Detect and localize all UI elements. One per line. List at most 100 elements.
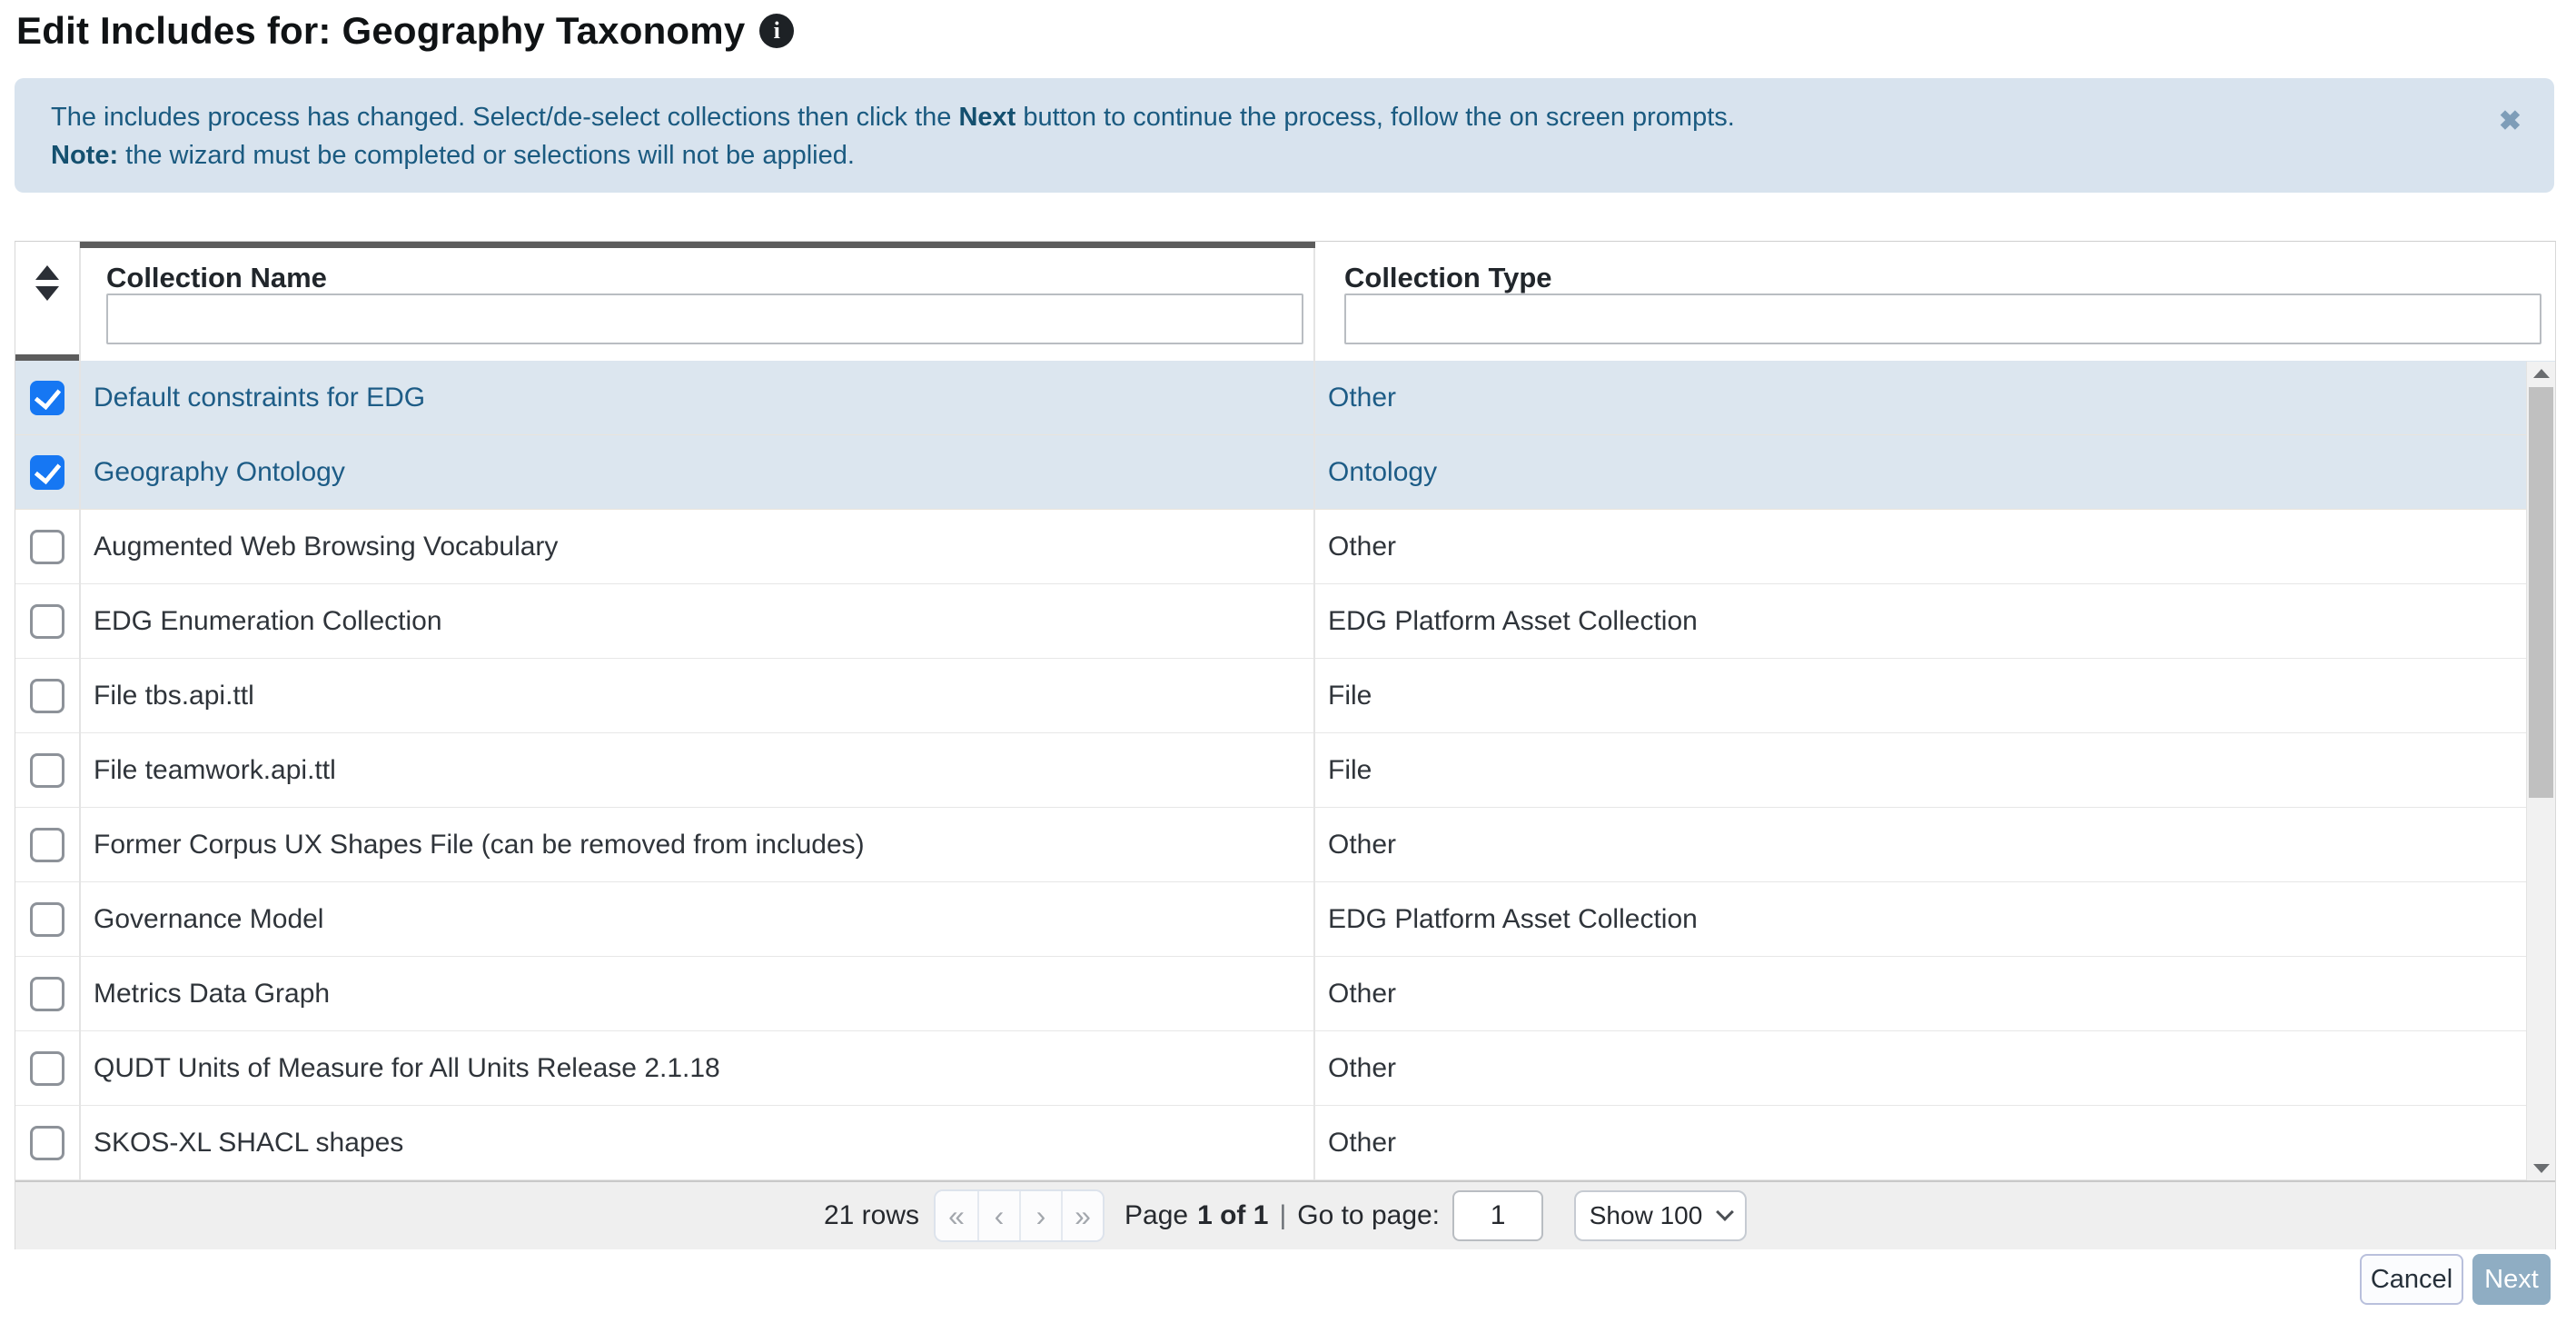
collection-name-cell: QUDT Units of Measure for All Units Rele… — [94, 1052, 720, 1083]
page-title: Edit Includes for: Geography Taxonomy i — [16, 9, 795, 53]
collection-type-cell: File — [1328, 754, 1372, 785]
table-row[interactable]: File tbs.api.ttl File — [15, 659, 2555, 733]
row-checkbox[interactable] — [30, 603, 64, 639]
row-checkbox[interactable] — [30, 454, 64, 490]
row-checkbox-cell — [15, 752, 79, 788]
rows-count: 21 rows — [823, 1200, 919, 1230]
collection-name-cell: Governance Model — [94, 903, 324, 934]
collection-name-cell: EDG Enumeration Collection — [94, 605, 442, 636]
collection-name-cell: Default constraints for EDG — [94, 382, 426, 413]
collection-name-filter-input[interactable] — [106, 293, 1303, 344]
collection-name-cell: Geography Ontology — [94, 456, 345, 487]
row-checkbox-cell — [15, 678, 79, 713]
row-checkbox[interactable] — [30, 901, 64, 937]
row-checkbox[interactable] — [30, 752, 64, 788]
table-row[interactable]: Former Corpus UX Shapes File (can be rem… — [15, 808, 2555, 882]
table-row[interactable]: QUDT Units of Measure for All Units Rele… — [15, 1031, 2555, 1106]
separator: | — [1279, 1200, 1287, 1230]
goto-page-input[interactable] — [1452, 1190, 1544, 1241]
scroll-down-icon[interactable] — [2527, 1157, 2556, 1180]
info-banner: The includes process has changed. Select… — [15, 78, 2554, 193]
table-scrollbar[interactable] — [2526, 362, 2555, 1180]
collection-type-cell: Other — [1328, 1127, 1397, 1158]
column-drag-bar-bottom — [15, 354, 79, 361]
collection-name-cell: Former Corpus UX Shapes File (can be rem… — [94, 829, 865, 860]
collection-type-filter-input[interactable] — [1344, 293, 2541, 344]
row-checkbox-cell — [15, 380, 79, 415]
table-row[interactable]: SKOS-XL SHACL shapes Other — [15, 1106, 2555, 1180]
table-body: Default constraints for EDG Other Geogra… — [15, 361, 2555, 1180]
sort-icon[interactable] — [15, 265, 79, 301]
column-header-collection-type[interactable]: Collection Type — [1344, 262, 1552, 294]
collection-type-cell: Other — [1328, 1052, 1397, 1083]
scroll-up-icon[interactable] — [2527, 362, 2556, 385]
page-value: 1 of 1 — [1197, 1200, 1269, 1230]
row-checkbox-cell — [15, 529, 79, 564]
table-row[interactable]: Metrics Data Graph Other — [15, 957, 2555, 1031]
collection-name-cell: Augmented Web Browsing Vocabulary — [94, 531, 559, 562]
row-checkbox-cell — [15, 901, 79, 937]
column-divider — [79, 242, 81, 1180]
column-divider — [1313, 242, 1315, 1180]
row-checkbox-cell — [15, 976, 79, 1011]
row-checkbox[interactable] — [30, 976, 64, 1011]
page-label: Page — [1125, 1200, 1189, 1230]
banner-line-2: Note: the wizard must be completed or se… — [51, 141, 855, 170]
row-checkbox[interactable] — [30, 529, 64, 564]
next-page-button[interactable]: › — [1019, 1191, 1061, 1240]
collection-type-cell: Ontology — [1328, 456, 1438, 487]
row-checkbox-cell — [15, 1050, 79, 1086]
page-title-text: Edit Includes for: Geography Taxonomy — [16, 9, 746, 52]
dialog-actions: Cancel Next — [2360, 1254, 2551, 1305]
edit-includes-dialog: Edit Includes for: Geography Taxonomy i … — [0, 0, 2576, 1323]
next-button[interactable]: Next — [2472, 1254, 2551, 1305]
table-row[interactable]: File teamwork.api.ttl File — [15, 733, 2555, 808]
scrollbar-thumb[interactable] — [2529, 387, 2553, 798]
banner-close-icon[interactable]: ✖ — [2499, 105, 2522, 137]
row-checkbox[interactable] — [30, 380, 64, 415]
info-icon[interactable]: i — [759, 14, 795, 48]
last-page-button[interactable]: » — [1061, 1191, 1103, 1240]
collection-type-cell: Other — [1328, 531, 1397, 562]
goto-page-label: Go to page: — [1297, 1200, 1441, 1230]
previous-page-button[interactable]: ‹ — [977, 1191, 1019, 1240]
collection-type-cell: File — [1328, 680, 1372, 711]
row-checkbox[interactable] — [30, 1125, 64, 1160]
table-row[interactable]: Governance Model EDG Platform Asset Coll… — [15, 882, 2555, 957]
first-page-button[interactable]: « — [936, 1191, 977, 1240]
collection-name-cell: Metrics Data Graph — [94, 978, 331, 1009]
row-checkbox[interactable] — [30, 827, 64, 862]
row-checkbox-cell — [15, 454, 79, 490]
cancel-button[interactable]: Cancel — [2360, 1254, 2463, 1305]
page-size-select[interactable]: Show 100 — [1574, 1190, 1748, 1241]
table-row[interactable]: Default constraints for EDG Other — [15, 361, 2555, 435]
collection-type-cell: Other — [1328, 829, 1397, 860]
row-checkbox[interactable] — [30, 1050, 64, 1086]
page-indicator: Page 1 of 1 | Go to page: — [1125, 1200, 1440, 1231]
table-footer: 21 rows «‹›» Page 1 of 1 | Go to page: S… — [15, 1180, 2555, 1249]
chevron-down-icon — [1716, 1203, 1735, 1221]
row-checkbox-cell — [15, 603, 79, 639]
collections-table: Collection Name Collection Type Default … — [15, 241, 2556, 1249]
sort-asc-icon — [35, 265, 59, 280]
row-checkbox-cell — [15, 827, 79, 862]
column-drag-bar-top — [80, 242, 1315, 248]
row-checkbox-cell — [15, 1125, 79, 1160]
collection-type-cell: EDG Platform Asset Collection — [1328, 605, 1698, 636]
pager-button-group: «‹ ›» — [934, 1189, 1105, 1242]
page-size-value: Show 100 — [1589, 1201, 1703, 1229]
row-checkbox[interactable] — [30, 678, 64, 713]
sort-desc-icon — [35, 286, 59, 301]
collection-name-cell: SKOS-XL SHACL shapes — [94, 1127, 404, 1158]
collection-type-cell: Other — [1328, 382, 1397, 413]
banner-line-1: The includes process has changed. Select… — [51, 103, 1735, 132]
table-row[interactable]: EDG Enumeration Collection EDG Platform … — [15, 584, 2555, 659]
column-header-collection-name[interactable]: Collection Name — [106, 262, 327, 294]
collection-type-cell: EDG Platform Asset Collection — [1328, 903, 1698, 934]
collection-name-cell: File tbs.api.ttl — [94, 680, 254, 711]
table-row[interactable]: Augmented Web Browsing Vocabulary Other — [15, 510, 2555, 584]
table-header: Collection Name Collection Type — [15, 242, 2555, 361]
table-row[interactable]: Geography Ontology Ontology — [15, 435, 2555, 510]
collection-type-cell: Other — [1328, 978, 1397, 1009]
collection-name-cell: File teamwork.api.ttl — [94, 754, 336, 785]
